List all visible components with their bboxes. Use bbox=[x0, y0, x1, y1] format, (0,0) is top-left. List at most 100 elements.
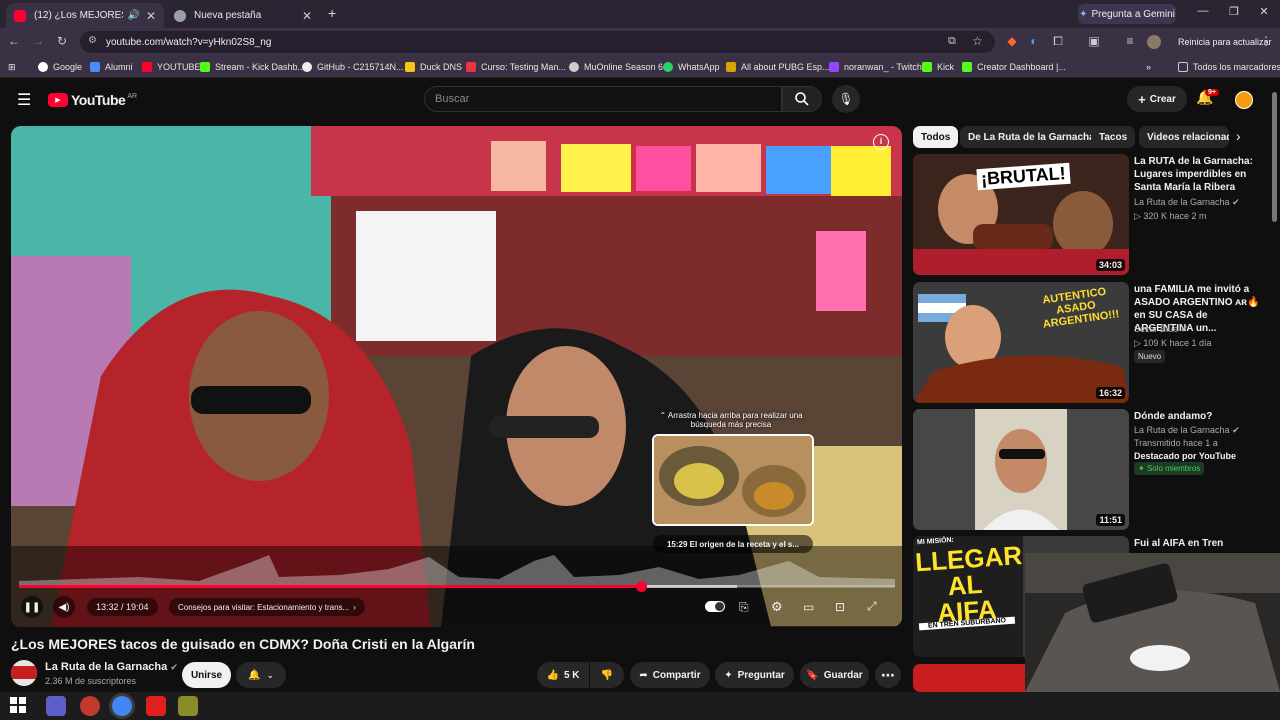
bookmark-kick-stream[interactable]: Stream - Kick Dashb... bbox=[200, 59, 305, 75]
channel-name[interactable]: La Ruta de la Garnacha ✔ bbox=[45, 661, 178, 673]
chip-todos[interactable]: Todos bbox=[913, 126, 959, 148]
progress-scrubber-handle[interactable] bbox=[635, 581, 647, 592]
forward-icon[interactable]: → bbox=[30, 34, 46, 48]
gemini-button[interactable]: ✦ Pregunta a Gemini bbox=[1078, 4, 1176, 24]
bookmark-twitch[interactable]: noranwan_ - Twitch bbox=[829, 59, 922, 75]
video-player[interactable]: i ⌃ Arrastra hacia arriba para realizar … bbox=[11, 126, 902, 627]
extension-wave-icon[interactable]: ◐ bbox=[1026, 34, 1042, 48]
bookmark-star-icon[interactable]: ☆ bbox=[972, 34, 983, 48]
related-thumbnail[interactable]: AUTENTICO ASADO ARGENTINO!!! 16:32 bbox=[913, 282, 1129, 403]
bookmark-label: Google bbox=[53, 62, 83, 72]
subtitles-icon[interactable]: ⎘ bbox=[739, 600, 749, 615]
bookmark-label: Stream - Kick Dashb... bbox=[215, 62, 306, 72]
window-close-icon[interactable]: ✕ bbox=[1254, 5, 1274, 18]
bookmark-github[interactable]: GitHub - C215714N... bbox=[302, 59, 404, 75]
youtube-logo[interactable]: ▶ YouTube AR bbox=[48, 92, 137, 108]
page-scrollbar[interactable] bbox=[1272, 92, 1277, 222]
pause-button[interactable]: ❚❚ bbox=[21, 596, 43, 618]
bookmark-kick[interactable]: Kick bbox=[922, 59, 954, 75]
bookmark-duckdns[interactable]: Duck DNS bbox=[405, 59, 462, 75]
taskbar-app-icon[interactable] bbox=[46, 696, 66, 716]
related-channel[interactable]: La Ruta de la Garnacha ✔ bbox=[1134, 425, 1240, 436]
bookmark-whatsapp[interactable]: WhatsApp bbox=[663, 59, 720, 75]
all-bookmarks[interactable]: Todos los marcadores bbox=[1178, 59, 1280, 75]
extension-fox-icon[interactable]: ◆ bbox=[1004, 34, 1020, 48]
related-thumbnail[interactable]: ¡BRUTAL! 34:03 bbox=[913, 154, 1129, 275]
tab-youtube[interactable]: (12) ¿Los MEJORES tacos d 🔊 ✕ bbox=[6, 3, 164, 28]
address-bar[interactable]: ⚙ youtube.com/watch?v=yHkn02S8_ng ⧉ ☆ bbox=[80, 31, 995, 53]
dislike-button[interactable]: 👎 bbox=[590, 662, 624, 688]
taskbar-app-icon[interactable] bbox=[146, 696, 166, 716]
site-info-icon[interactable]: ⚙ bbox=[88, 35, 97, 46]
save-button[interactable]: 🔖 Guardar bbox=[800, 662, 869, 688]
related-thumbnail[interactable]: 11:51 bbox=[913, 409, 1129, 530]
bookmark-label: YOUTUBE bbox=[157, 62, 201, 72]
chip-related[interactable]: Videos relacionados bbox=[1139, 126, 1229, 148]
search-input[interactable]: Buscar bbox=[424, 86, 782, 112]
apps-grid-icon[interactable]: ⊞ bbox=[8, 59, 16, 75]
bookmark-google[interactable]: Google bbox=[38, 59, 82, 75]
hamburger-menu-icon[interactable]: ☰ bbox=[17, 90, 31, 110]
bookmark-curso[interactable]: Curso: Testing Man... bbox=[466, 59, 566, 75]
tab-new[interactable]: Nueva pestaña ✕ bbox=[166, 3, 320, 28]
settings-gear-icon[interactable]: ⚙ bbox=[771, 599, 783, 615]
back-icon[interactable]: ← bbox=[6, 34, 22, 48]
create-button[interactable]: + Crear bbox=[1127, 86, 1187, 112]
bookmark-muonline[interactable]: MuOnline Season 6 bbox=[569, 59, 663, 75]
channel-avatar[interactable] bbox=[11, 660, 37, 686]
members-only-badge: ✦ Solo miembros bbox=[1134, 462, 1205, 475]
like-button[interactable]: 👍 5 K bbox=[537, 662, 589, 688]
restore-icon[interactable]: ❐ bbox=[1224, 5, 1244, 18]
chrome-taskbar-icon[interactable] bbox=[112, 696, 132, 716]
related-video-title[interactable]: Fui al AIFA en Tren bbox=[1134, 537, 1262, 550]
thumbs-down-icon: 👎 bbox=[600, 669, 614, 681]
taskbar-app-icon[interactable] bbox=[80, 696, 100, 716]
more-bookmarks-icon[interactable]: » bbox=[1146, 59, 1151, 75]
extensions-puzzle-icon[interactable]: ⧠ bbox=[1050, 34, 1066, 49]
related-channel[interactable]: Sezar Blue ✔ bbox=[1134, 324, 1188, 335]
install-icon[interactable]: ⧉ bbox=[948, 35, 956, 48]
chip-channel[interactable]: De La Ruta de la Garnacha bbox=[960, 126, 1103, 148]
bookmark-pubg[interactable]: All about PUBG Esp... bbox=[726, 59, 830, 75]
pause-icon: ❚❚ bbox=[23, 601, 41, 613]
chip-tacos[interactable]: Tacos bbox=[1091, 126, 1136, 148]
profile-avatar[interactable] bbox=[1147, 35, 1161, 49]
windows-start-icon[interactable] bbox=[9, 696, 29, 716]
toggle-knob bbox=[715, 602, 724, 611]
cast-icon[interactable]: ⊡ bbox=[835, 600, 845, 614]
account-avatar[interactable] bbox=[1235, 91, 1253, 109]
more-actions-button[interactable]: ⋯ bbox=[875, 662, 901, 688]
menu-kebab-icon[interactable]: ⋮ bbox=[1258, 34, 1274, 48]
related-video-title[interactable]: Dónde andamo? bbox=[1134, 410, 1262, 423]
info-icon[interactable]: i bbox=[873, 134, 889, 150]
split-view-icon[interactable]: ▣ bbox=[1086, 34, 1102, 48]
verified-icon: ✔ bbox=[170, 662, 178, 672]
speaker-icon[interactable]: 🔊 bbox=[127, 10, 139, 21]
voice-search-button[interactable]: 🎙 bbox=[832, 85, 860, 113]
volume-button[interactable]: ◀) bbox=[53, 596, 75, 618]
close-tab-icon[interactable]: ✕ bbox=[302, 9, 312, 23]
minimize-icon[interactable]: — bbox=[1193, 5, 1213, 17]
chips-next-icon[interactable]: › bbox=[1236, 128, 1241, 144]
taskbar-app-icon[interactable] bbox=[178, 696, 198, 716]
chapter-button[interactable]: Consejos para visitar: Estacionamiento y… bbox=[169, 598, 365, 616]
share-button[interactable]: ➦ Compartir bbox=[630, 662, 710, 688]
new-tab-icon[interactable]: + bbox=[328, 5, 336, 21]
join-button[interactable]: Unirse bbox=[182, 662, 231, 688]
notification-preference-button[interactable]: 🔔 ⌄ bbox=[236, 662, 286, 688]
bookmark-creator-dashboard[interactable]: Creator Dashboard |... bbox=[962, 59, 1066, 75]
reload-icon[interactable]: ↻ bbox=[54, 34, 70, 48]
ask-button[interactable]: ✦ Preguntar bbox=[715, 662, 794, 688]
tab-search-icon[interactable]: ≡ bbox=[1122, 34, 1138, 48]
autoplay-toggle[interactable] bbox=[705, 601, 725, 612]
thumbnail-image bbox=[913, 409, 1129, 530]
related-video-title[interactable]: La RUTA de la Garnacha: Lugares imperdib… bbox=[1134, 155, 1262, 194]
search-button[interactable] bbox=[782, 86, 822, 112]
close-tab-icon[interactable]: ✕ bbox=[146, 9, 156, 23]
bookmark-alumni[interactable]: Alumni bbox=[90, 59, 133, 75]
related-channel[interactable]: La Ruta de la Garnacha ✔ bbox=[1134, 197, 1240, 208]
fullscreen-icon[interactable]: ⤢ bbox=[867, 599, 877, 614]
twitch-icon bbox=[829, 62, 839, 72]
bookmark-youtube[interactable]: YOUTUBE bbox=[142, 59, 201, 75]
miniplayer-icon[interactable]: ▭ bbox=[803, 600, 814, 614]
